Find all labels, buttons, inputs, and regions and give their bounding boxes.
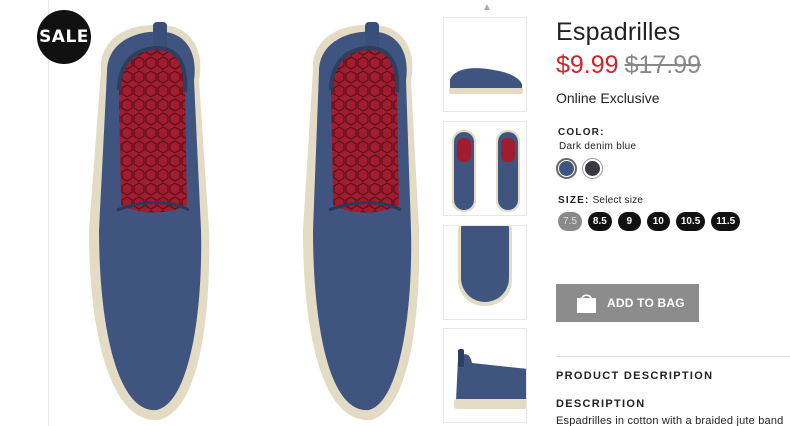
- thumbnail-heel-detail[interactable]: [443, 328, 527, 423]
- color-label: COLOR:: [558, 127, 605, 138]
- swatch-dot: [559, 161, 574, 176]
- description-subheading: DESCRIPTION: [556, 398, 646, 410]
- size-option-10[interactable]: 10: [646, 212, 670, 231]
- add-to-bag-button[interactable]: ADD TO BAG: [556, 284, 699, 322]
- size-option-10-5[interactable]: 10.5: [675, 212, 706, 231]
- swatch-dot: [585, 161, 600, 176]
- size-option-11-5[interactable]: 11.5: [711, 212, 741, 231]
- size-hint: Select size: [592, 195, 644, 206]
- shopping-bag-icon: [576, 292, 597, 314]
- color-swatches: [556, 158, 603, 179]
- right-shoe-graphic: [303, 22, 420, 421]
- price-row: $9.99 $17.99: [556, 51, 701, 80]
- availability-note: Online Exclusive: [556, 90, 660, 106]
- description-text: Espadrilles in cotton with a braided jut…: [556, 415, 784, 426]
- color-swatch-dark-denim-blue[interactable]: [556, 158, 577, 179]
- size-options: 7.5 8.5 9 10 10.5 11.5: [558, 212, 741, 231]
- thumbnail-top-single[interactable]: [443, 225, 527, 320]
- original-price: $17.99: [624, 51, 702, 79]
- thumbnail-side-view[interactable]: [443, 17, 527, 112]
- left-shoe-graphic: [89, 22, 210, 421]
- thumbnail-scroll-up-icon[interactable]: ▲: [480, 3, 494, 13]
- section-divider: [556, 356, 790, 357]
- size-option-8-5[interactable]: 8.5: [587, 212, 612, 231]
- thumbnail-top-pair[interactable]: [443, 121, 527, 216]
- size-option-9[interactable]: 9: [617, 212, 641, 231]
- product-title: Espadrilles: [556, 18, 681, 46]
- selected-color-name: Dark denim blue: [559, 141, 637, 152]
- add-to-bag-label: ADD TO BAG: [607, 296, 685, 310]
- color-swatch-dark-grey[interactable]: [582, 158, 603, 179]
- size-option-7-5[interactable]: 7.5: [558, 212, 582, 231]
- size-label: SIZE:: [558, 195, 590, 206]
- sale-badge: SALE: [37, 10, 91, 64]
- product-description-heading[interactable]: PRODUCT DESCRIPTION: [556, 370, 713, 382]
- sale-price: $9.99: [556, 51, 619, 79]
- size-row: SIZE: Select size: [558, 195, 643, 206]
- main-product-image[interactable]: [49, 0, 434, 426]
